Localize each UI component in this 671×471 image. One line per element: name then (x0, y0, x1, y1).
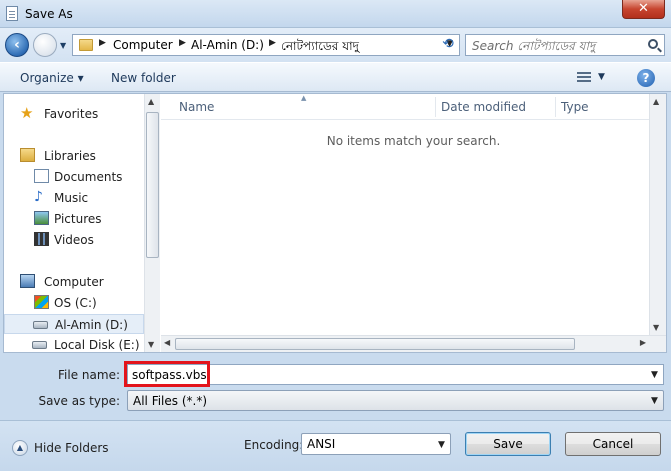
sort-arrow-icon: ▲ (301, 94, 307, 102)
file-list-pane: ▲ Name Date modified Type No items match… (161, 94, 666, 352)
window-title: Save As (25, 7, 73, 21)
column-header-row: ▲ Name Date modified Type (161, 94, 666, 120)
view-options-dropdown-icon[interactable]: ▼ (598, 72, 605, 82)
computer-icon (20, 274, 35, 288)
back-button[interactable]: ‹ (5, 33, 29, 57)
column-divider[interactable] (555, 97, 556, 117)
annotation-highlight-box (124, 361, 210, 387)
save-as-type-select[interactable]: All Files (*.*) (127, 390, 664, 411)
change-view-icon[interactable] (577, 72, 591, 84)
file-name-dropdown-icon[interactable]: ▼ (651, 370, 658, 380)
chevron-up-icon: ▲ (12, 440, 28, 456)
nav-label: Favorites (44, 107, 99, 121)
column-divider[interactable] (435, 97, 436, 117)
scroll-up-icon[interactable]: ▲ (148, 97, 154, 106)
scroll-down-icon[interactable]: ▼ (653, 323, 659, 332)
breadcrumb-current-folder[interactable]: নোটপ্যাডের যাদু (281, 38, 359, 58)
column-date-modified[interactable]: Date modified (441, 100, 526, 114)
nav-label: Documents (54, 170, 123, 184)
nav-label: Videos (54, 233, 94, 247)
address-row: ‹ ▼ ▶ Computer ▶ Al-Amin (D:) ▶ নোটপ্যাড… (0, 28, 671, 62)
save-as-type-label: Save as type: (38, 394, 120, 408)
hide-folders-label: Hide Folders (34, 441, 109, 455)
os-drive-icon (34, 295, 49, 309)
main-area: ★ Favorites Libraries Documents ♪ Music … (3, 93, 667, 353)
save-button[interactable]: Save (465, 432, 551, 456)
command-bar: Organize ▾ New folder ▼ ? (0, 62, 671, 92)
close-button[interactable]: ✕ (622, 0, 665, 19)
documents-icon (34, 169, 49, 183)
horizontal-scrollbar[interactable]: ◀ ▶ (161, 335, 666, 352)
navigation-scrollbar[interactable]: ▲ ▼ (144, 94, 160, 352)
column-type[interactable]: Type (561, 100, 589, 114)
scrollbar-thumb[interactable] (146, 112, 159, 258)
drive-icon (32, 341, 47, 349)
nav-label: Computer (44, 275, 104, 289)
breadcrumb-computer[interactable]: Computer (113, 38, 173, 52)
nav-item-al-amin-d[interactable]: Al-Amin (D:) (4, 314, 144, 334)
nav-item-libraries[interactable]: Libraries (20, 146, 140, 166)
scroll-left-icon[interactable]: ◀ (164, 338, 170, 347)
nav-item-computer[interactable]: Computer (20, 272, 140, 292)
breadcrumb-separator-icon[interactable]: ▶ (179, 38, 186, 48)
folder-icon (79, 39, 93, 51)
breadcrumb-separator-icon[interactable]: ▶ (269, 38, 276, 48)
search-input[interactable]: Search নোটপ্যাডের যাদু (465, 34, 665, 56)
star-icon: ★ (20, 104, 34, 122)
save-as-type-dropdown-icon[interactable]: ▼ (651, 396, 658, 406)
new-folder-button[interactable]: New folder (111, 71, 176, 85)
nav-item-pictures[interactable]: Pictures (34, 209, 144, 229)
encoding-dropdown-icon[interactable]: ▼ (438, 440, 445, 450)
nav-item-music[interactable]: ♪ Music (34, 188, 144, 208)
nav-label: Al-Amin (D:) (55, 318, 128, 332)
scroll-up-icon[interactable]: ▲ (653, 97, 659, 106)
nav-label: Libraries (44, 149, 96, 163)
nav-item-videos[interactable]: Videos (34, 230, 144, 250)
pictures-icon (34, 211, 49, 225)
help-icon[interactable]: ? (637, 69, 655, 87)
forward-button[interactable] (33, 33, 57, 57)
nav-label: Pictures (54, 212, 102, 226)
nav-label: OS (C:) (54, 296, 97, 310)
nav-label: Local Disk (E:) (54, 338, 140, 352)
drive-icon (33, 321, 48, 329)
nav-item-local-disk-e[interactable]: Local Disk (E:) (32, 335, 144, 355)
refresh-icon[interactable]: ⟲ (438, 37, 458, 53)
breadcrumb-separator-icon[interactable]: ▶ (99, 38, 106, 48)
scroll-right-icon[interactable]: ▶ (640, 338, 646, 347)
cancel-button[interactable]: Cancel (565, 432, 661, 456)
notepad-icon (6, 6, 18, 21)
scroll-down-icon[interactable]: ▼ (148, 340, 154, 349)
videos-icon (34, 232, 49, 246)
title-bar: Save As ✕ (0, 0, 671, 28)
library-icon (20, 148, 35, 162)
search-placeholder: Search নোটপ্যাডের যাদু (472, 39, 596, 53)
nav-item-documents[interactable]: Documents (34, 167, 144, 187)
vertical-scrollbar[interactable]: ▲ ▼ (649, 94, 666, 335)
organize-button[interactable]: Organize ▾ (20, 71, 84, 85)
file-name-label: File name: (58, 368, 120, 382)
search-icon[interactable] (648, 39, 658, 49)
nav-item-os-c[interactable]: OS (C:) (34, 293, 144, 313)
empty-message: No items match your search. (326, 134, 501, 148)
scrollbar-thumb[interactable] (175, 338, 575, 350)
nav-item-favorites[interactable]: ★ Favorites (20, 104, 140, 124)
address-bar[interactable]: ▶ Computer ▶ Al-Amin (D:) ▶ নোটপ্যাডের য… (72, 34, 460, 56)
nav-label: Music (54, 191, 89, 205)
column-name[interactable]: Name (179, 100, 214, 114)
navigation-pane: ★ Favorites Libraries Documents ♪ Music … (4, 94, 160, 352)
breadcrumb-drive-d[interactable]: Al-Amin (D:) (191, 38, 264, 52)
recent-pages-dropdown-icon[interactable]: ▼ (60, 41, 66, 50)
music-icon: ♪ (34, 189, 43, 205)
encoding-label: Encoding: (244, 438, 304, 452)
encoding-select[interactable]: ANSI (301, 433, 451, 455)
